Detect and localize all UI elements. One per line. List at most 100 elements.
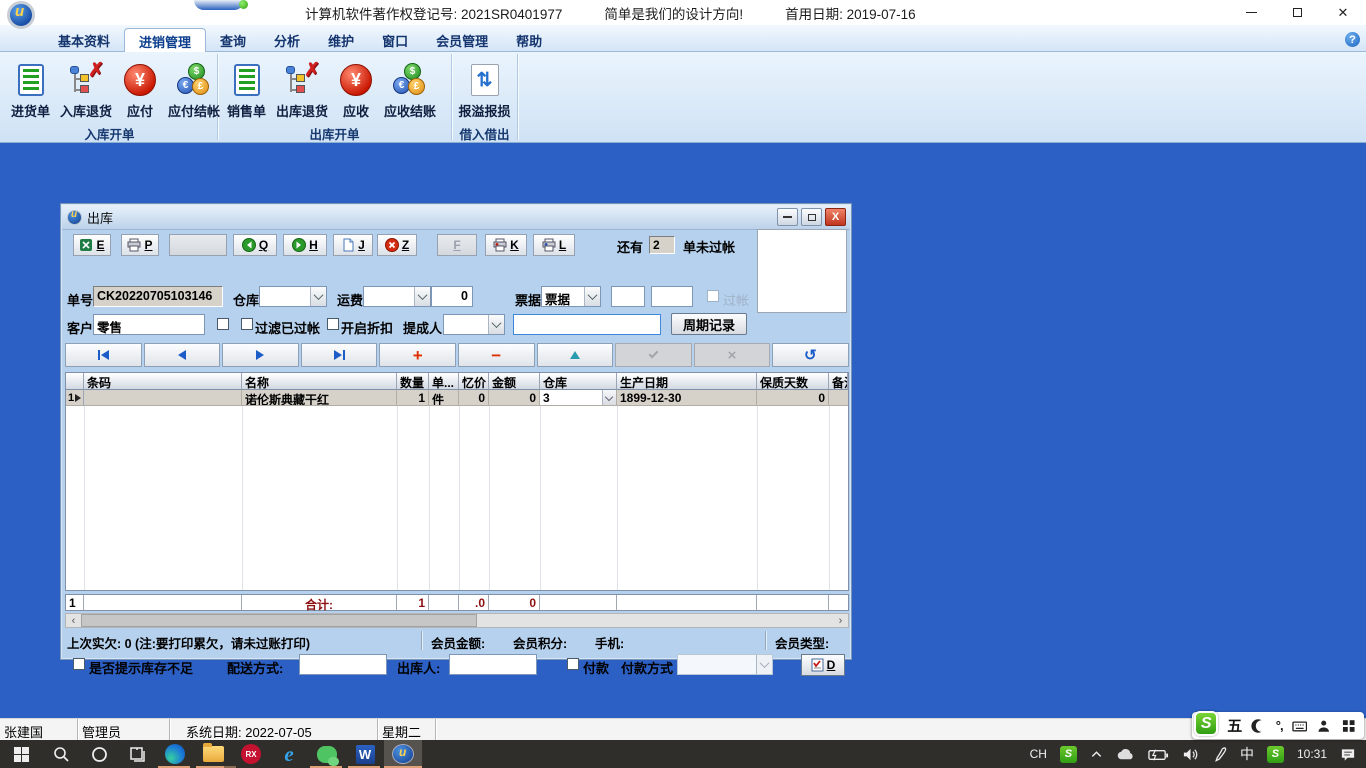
ime-mode-wubi[interactable]: 五	[1227, 715, 1242, 736]
commission-input[interactable]	[513, 314, 661, 335]
nav-first-button[interactable]	[65, 343, 142, 367]
menu-item-maintenance[interactable]: 维护	[314, 28, 368, 52]
battery-icon[interactable]	[1148, 746, 1169, 763]
close-button[interactable]: ✕	[1320, 0, 1366, 25]
chevron-down-icon[interactable]	[602, 390, 616, 405]
delivery-input[interactable]	[299, 654, 387, 675]
search-button[interactable]	[42, 740, 80, 768]
pen-icon[interactable]	[1212, 746, 1227, 763]
column-header-qty[interactable]: 数量	[397, 373, 429, 390]
scrollbar-thumb[interactable]	[81, 614, 477, 627]
column-header-name[interactable]: 名称	[242, 373, 397, 390]
task-view-button[interactable]	[118, 740, 156, 768]
cycle-record-button[interactable]: 周期记录	[671, 313, 747, 335]
stock-warn-checkbox[interactable]	[73, 658, 85, 670]
chevron-down-icon[interactable]	[310, 287, 326, 306]
taskbar-wechat-button[interactable]	[308, 740, 346, 768]
overflow-loss-button[interactable]: ⇅ 报溢报损	[454, 60, 516, 122]
cell-barcode[interactable]	[84, 390, 242, 406]
chevron-down-icon[interactable]	[414, 287, 430, 306]
cell-warehouse-select[interactable]: 3	[540, 390, 617, 406]
column-header-shelf-days[interactable]: 保质天数	[757, 373, 829, 390]
nav-edit-button[interactable]	[537, 343, 614, 367]
freight-select[interactable]	[363, 286, 431, 307]
menu-item-member[interactable]: 会员管理	[422, 28, 502, 52]
receivable-settle-button[interactable]: $€£ 应收结账	[379, 60, 441, 122]
sogou-tray-icon[interactable]: S	[1060, 746, 1077, 763]
language-indicator[interactable]: CH	[1030, 747, 1047, 761]
taskbar-ie-button[interactable]: e	[270, 740, 308, 768]
user-account-icon[interactable]	[1316, 718, 1331, 734]
punctuation-mode-icon[interactable]: °,	[1276, 718, 1283, 733]
sales-order-button[interactable]: 销售单	[222, 60, 271, 122]
onedrive-cloud-icon[interactable]	[1116, 746, 1135, 763]
next-record-button[interactable]: H	[283, 234, 327, 256]
ticket-select[interactable]: 票据	[541, 286, 601, 307]
outbound-person-input[interactable]	[449, 654, 537, 675]
child-close-button[interactable]: X	[825, 208, 846, 226]
payment-method-select[interactable]	[677, 654, 773, 675]
cell-price[interactable]: 0	[459, 390, 489, 406]
delete-document-button[interactable]: Z	[377, 234, 417, 256]
freight-amount-input[interactable]: 0	[431, 286, 473, 307]
receivable-button[interactable]: ¥ 应收	[333, 60, 379, 122]
sogou-tray-icon-2[interactable]: S	[1267, 746, 1284, 763]
column-header-price[interactable]: 忆价	[459, 373, 489, 390]
notification-center-icon[interactable]	[1340, 746, 1356, 763]
child-restore-button[interactable]	[801, 208, 822, 226]
ticket-input-1[interactable]	[611, 286, 645, 307]
nav-cancel-button[interactable]: ×	[694, 343, 771, 367]
column-header-note[interactable]: 备注	[829, 373, 848, 390]
cell-qty[interactable]: 1	[397, 390, 429, 406]
menu-item-purchase-sale[interactable]: 进销管理	[124, 28, 206, 52]
sogou-logo-icon[interactable]: S	[1194, 711, 1218, 736]
purchase-order-button[interactable]: 进货单	[6, 60, 55, 122]
minimize-button[interactable]	[1228, 0, 1274, 25]
inbound-return-button[interactable]: ✗ 入库退货	[55, 60, 117, 122]
payable-settle-button[interactable]: $€£ 应付结帐	[163, 60, 225, 122]
cell-amount[interactable]: 0	[489, 390, 540, 406]
export-excel-button[interactable]: E	[73, 234, 111, 256]
discount-checkbox[interactable]	[327, 318, 339, 330]
nav-post-button[interactable]	[615, 343, 692, 367]
night-mode-moon-icon[interactable]	[1251, 718, 1266, 734]
nav-last-button[interactable]	[301, 343, 378, 367]
column-header-barcode[interactable]: 条码	[84, 373, 242, 390]
cell-note[interactable]	[829, 390, 848, 406]
ime-chinese-indicator[interactable]: 中	[1240, 744, 1254, 764]
ticket-input-2[interactable]	[651, 286, 693, 307]
volume-icon[interactable]	[1182, 746, 1199, 763]
menu-item-analysis[interactable]: 分析	[260, 28, 314, 52]
d-action-button[interactable]: D	[801, 654, 845, 676]
warehouse-select[interactable]	[259, 286, 327, 307]
nav-next-button[interactable]	[222, 343, 299, 367]
payment-checkbox[interactable]	[567, 658, 579, 670]
detail-grid[interactable]: 条码 名称 数量 单... 忆价 金额 仓库 生产日期 保质天数 备注 1 诺伦…	[65, 372, 849, 591]
outbound-window-titlebar[interactable]: 出库 X	[62, 205, 850, 230]
soft-keyboard-icon[interactable]	[1292, 718, 1307, 734]
chevron-down-icon[interactable]	[584, 287, 600, 306]
menu-item-help[interactable]: 帮助	[502, 28, 556, 52]
toolbox-grid-icon[interactable]	[1341, 718, 1356, 734]
new-document-button[interactable]: J	[333, 234, 373, 256]
nav-prior-button[interactable]	[144, 343, 221, 367]
scroll-left-icon[interactable]: ‹	[66, 614, 81, 627]
payable-button[interactable]: ¥ 应付	[117, 60, 163, 122]
cell-unit[interactable]: 件	[429, 390, 459, 406]
outbound-return-button[interactable]: ✗ 出库退货	[271, 60, 333, 122]
unnamed-checkbox[interactable]	[217, 318, 229, 330]
chevron-down-icon[interactable]	[756, 655, 772, 674]
restore-button[interactable]	[1274, 0, 1320, 25]
cell-shelf-days[interactable]: 0	[757, 390, 829, 406]
menu-item-query[interactable]: 查询	[206, 28, 260, 52]
ime-toolbar[interactable]: S 五 °,	[1192, 712, 1364, 739]
menu-item-window[interactable]: 窗口	[368, 28, 422, 52]
help-icon[interactable]: ?	[1345, 32, 1360, 47]
scroll-right-icon[interactable]: ›	[833, 614, 848, 627]
hidden-icons-chevron-icon[interactable]	[1090, 748, 1103, 761]
taskbar-explorer-button[interactable]	[194, 740, 232, 768]
taskbar-rx-button[interactable]: RX	[232, 740, 270, 768]
commission-select[interactable]	[443, 314, 505, 335]
filter-posted-checkbox[interactable]	[241, 318, 253, 330]
print-ticket-button[interactable]: L	[533, 234, 575, 256]
